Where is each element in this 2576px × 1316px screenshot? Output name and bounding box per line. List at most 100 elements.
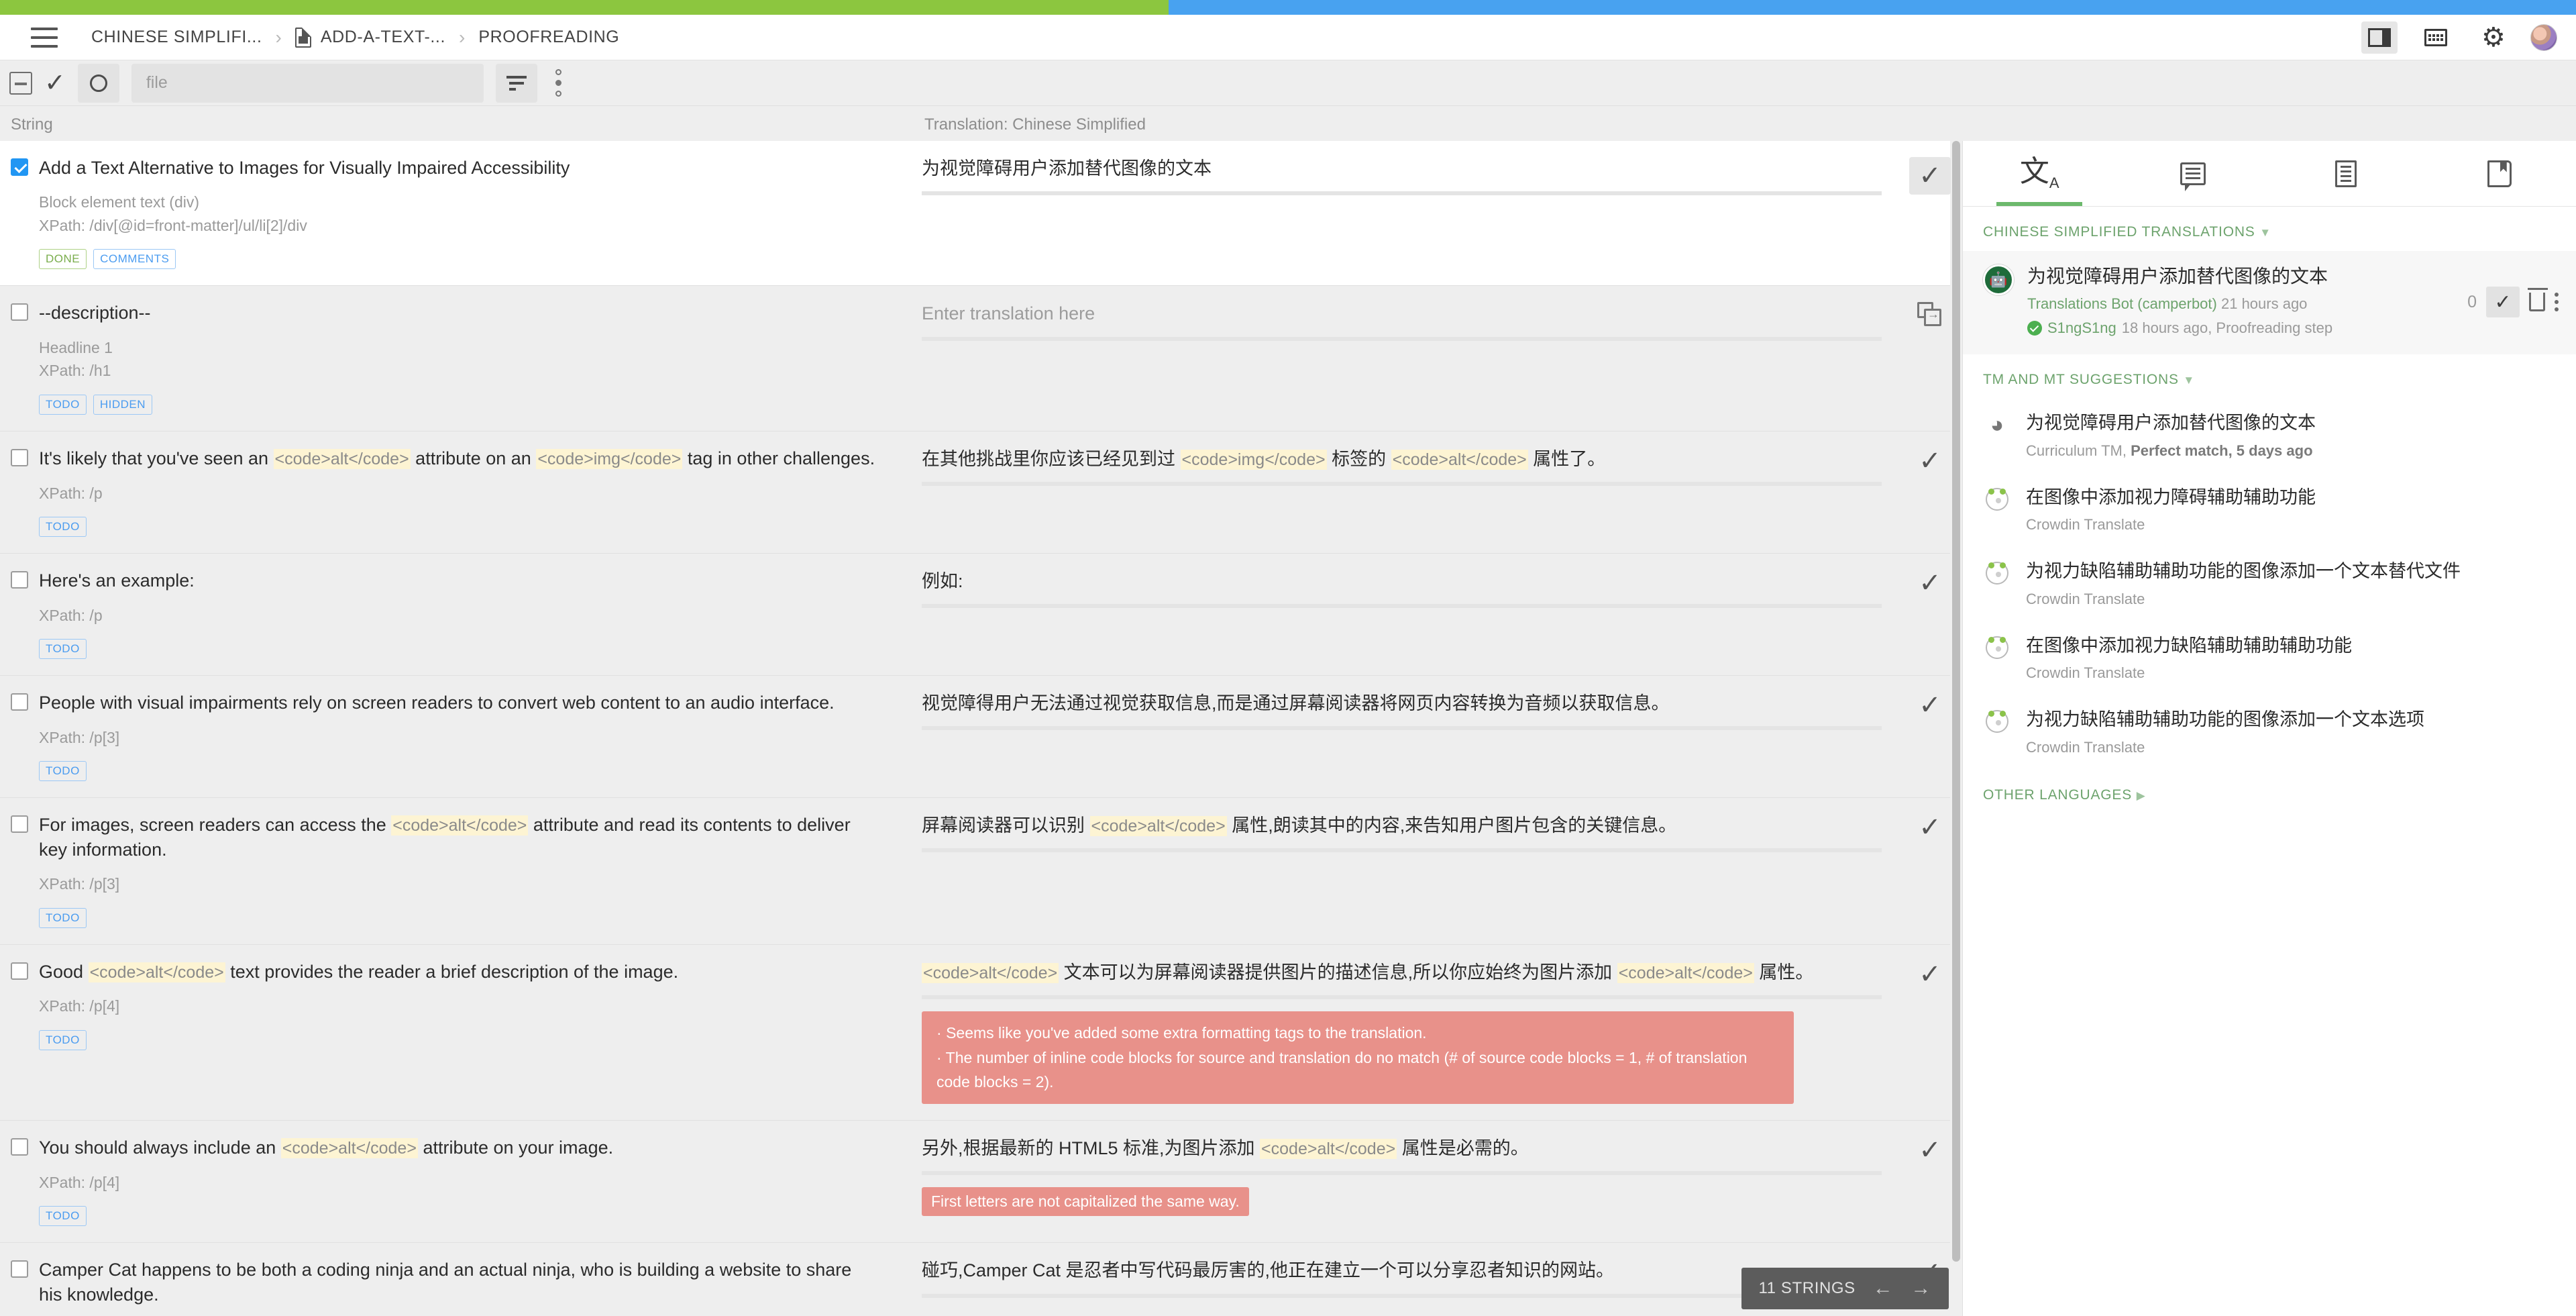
badge-todo[interactable]: TODO (39, 639, 87, 660)
select-all-icon[interactable] (9, 71, 32, 95)
translation-cell[interactable]: 在其他挑战里你应该已经见到过 <code>img</code> 标签的 <cod… (892, 432, 1962, 553)
badge-done[interactable]: DONE (39, 249, 87, 270)
filter-button[interactable] (495, 63, 537, 103)
table-row[interactable]: You should always include an <code>alt</… (0, 1120, 1962, 1243)
search-input[interactable]: file (131, 63, 484, 103)
row-checkbox[interactable] (11, 1138, 28, 1156)
source-badges: TODO (39, 1029, 879, 1050)
suggestion-item[interactable]: 为视力缺陷辅助辅助功能的图像添加一个文本替代文件 Crowdin Translat… (1963, 547, 2576, 621)
translation-cell[interactable]: 为视觉障碍用户添加替代图像的文本 ✓ (892, 141, 1962, 285)
delete-icon[interactable] (2528, 288, 2548, 312)
tab-translations[interactable]: 文A (1963, 141, 2116, 206)
panel-toggle-button[interactable] (2361, 21, 2398, 54)
row-checkbox[interactable] (11, 693, 28, 711)
badge-todo[interactable]: TODO (39, 907, 87, 928)
status-filter-button[interactable] (77, 63, 119, 103)
menu-icon[interactable] (31, 27, 58, 48)
keyboard-shortcuts-button[interactable] (2418, 21, 2454, 54)
sidebar-translations-header[interactable]: CHINESE SIMPLIFIED TRANSLATIONS ▼ (1963, 207, 2576, 251)
more-options-button[interactable] (549, 69, 568, 97)
approve-button[interactable]: ✓ (1919, 692, 1941, 719)
previous-page-button[interactable]: ← (1873, 1277, 1894, 1300)
gear-icon (2481, 27, 2503, 48)
row-checkbox[interactable] (11, 571, 28, 589)
chevron-down-icon: ▼ (2183, 374, 2196, 387)
translation-cell[interactable]: 视觉障得用户无法通过视觉获取信息,而是通过屏幕阅读器将网页内容转换为音频以获取信… (892, 676, 1962, 797)
avatar[interactable] (2530, 23, 2557, 51)
approve-button[interactable]: ✓ (1919, 961, 1941, 988)
translation-text[interactable]: 在其他挑战里你应该已经见到过 <code>img</code> 标签的 <cod… (922, 446, 1882, 472)
badge-hidden[interactable]: HIDDEN (93, 394, 152, 415)
translation-text[interactable]: 另外,根据最新的 HTML5 标准,为图片添加 <code>alt</code>… (922, 1135, 1882, 1162)
row-checkbox[interactable] (11, 962, 28, 980)
approve-button[interactable]: ✓ (1919, 448, 1941, 474)
suggestion-body: 在图像中添加视力缺陷辅助辅助辅助功能 Crowdin Translate (2026, 634, 2352, 682)
column-headers: String Translation: Chinese Simplified (0, 106, 2576, 141)
approve-button[interactable]: ✓ (1919, 1137, 1941, 1164)
approve-button[interactable]: ✓ (1919, 570, 1941, 597)
suggestion-item[interactable]: 在图像中添加视力障碍辅助辅助功能 Crowdin Translate (1963, 473, 2576, 547)
translation-text[interactable]: 屏幕阅读器可以识别 <code>alt</code> 属性,朗读其中的内容,来告… (922, 813, 1882, 839)
approve-all-button[interactable]: ✓ (44, 70, 66, 96)
tab-screenshots[interactable] (2269, 141, 2423, 206)
table-row[interactable]: --description-- Headline 1 XPath: /h1 TODO H… (0, 285, 1962, 431)
suggestion-source: Crowdin Translate (2026, 738, 2145, 756)
row-checkbox[interactable] (11, 815, 28, 833)
translation-cell[interactable]: 例如: ✓ (892, 554, 1962, 675)
translation-cell[interactable]: Enter translation here (892, 286, 1962, 430)
breadcrumb-mode[interactable]: PROOFREADING (478, 28, 619, 47)
translation-text[interactable]: Enter translation here (922, 301, 1882, 327)
tab-comments[interactable] (2116, 141, 2270, 206)
translation-cell[interactable]: 屏幕阅读器可以识别 <code>alt</code> 属性,朗读其中的内容,来告… (892, 798, 1962, 944)
translation-text[interactable]: <code>alt</code> 文本可以为屏幕阅读器提供图片的描述信息,所以你… (922, 960, 1882, 986)
string-meta: Headline 1 (39, 338, 113, 356)
source-text: Good <code>alt</code> text provides the … (39, 961, 679, 982)
table-row[interactable]: Good <code>alt</code> text provides the … (0, 944, 1962, 1121)
table-row[interactable]: Camper Cat happens to be both a coding n… (0, 1242, 1962, 1316)
badge-todo[interactable]: TODO (39, 1029, 87, 1050)
approve-cell: ✓ (1898, 960, 1962, 1105)
more-options-icon[interactable] (2555, 293, 2559, 312)
translation-text[interactable]: 为视觉障碍用户添加替代图像的文本 (922, 156, 1882, 182)
settings-button[interactable] (2474, 21, 2510, 54)
translation-text[interactable]: 碰巧,Camper Cat 是忍者中写代码最厉害的,他正在建立一个可以分享忍者知… (922, 1258, 1882, 1284)
table-row[interactable]: Here's an example: XPath: /p TODO 例如: ✓ (0, 553, 1962, 676)
badge-todo[interactable]: TODO (39, 1206, 87, 1227)
translation-cell[interactable]: 另外,根据最新的 HTML5 标准,为图片添加 <code>alt</code>… (892, 1121, 1962, 1242)
badge-comments[interactable]: COMMENTS (93, 249, 176, 270)
translation-underline (922, 848, 1882, 853)
other-languages-label: OTHER LANGUAGES (1983, 787, 2133, 803)
source-line: For images, screen readers can access th… (11, 813, 879, 862)
translation-cell[interactable]: <code>alt</code> 文本可以为屏幕阅读器提供图片的描述信息,所以你… (892, 945, 1962, 1121)
sidebar-suggestions-header[interactable]: TM AND MT SUGGESTIONS ▼ (1963, 354, 2576, 399)
translation-text[interactable]: 例如: (922, 568, 1882, 595)
row-checkbox[interactable] (11, 158, 28, 176)
table-row[interactable]: Add a Text Alternative to Images for Vis… (0, 141, 1962, 286)
markdown-file-icon (294, 27, 311, 48)
breadcrumb-language[interactable]: CHINESE SIMPLIFI... (91, 28, 262, 47)
badge-todo[interactable]: TODO (39, 394, 87, 415)
translation-text[interactable]: 视觉障得用户无法通过视觉获取信息,而是通过屏幕阅读器将网页内容转换为音频以获取信… (922, 691, 1882, 717)
table-row[interactable]: It's likely that you've seen an <code>al… (0, 430, 1962, 554)
row-checkbox[interactable] (11, 1260, 28, 1278)
table-row[interactable]: People with visual impairments rely on s… (0, 675, 1962, 797)
copy-source-icon[interactable] (1917, 302, 1943, 327)
row-checkbox[interactable] (11, 303, 28, 321)
table-row[interactable]: For images, screen readers can access th… (0, 797, 1962, 944)
tab-glossary[interactable] (2423, 141, 2576, 206)
approve-button[interactable]: ✓ (1919, 814, 1941, 841)
approve-translation-button[interactable]: ✓ (2486, 287, 2520, 318)
source-line: Good <code>alt</code> text provides the … (11, 960, 879, 984)
row-checkbox[interactable] (11, 448, 28, 466)
badge-todo[interactable]: TODO (39, 761, 87, 781)
string-meta: Block element text (div) (39, 193, 200, 211)
breadcrumb-file[interactable]: ADD-A-TEXT-... (294, 27, 445, 48)
suggestion-item[interactable]: 在图像中添加视力缺陷辅助辅助辅助功能 Crowdin Translate (1963, 621, 2576, 695)
badge-todo[interactable]: TODO (39, 517, 87, 538)
suggestion-item[interactable]: 为视力缺陷辅助辅助功能的图像添加一个文本选项 Crowdin Translate (1963, 695, 2576, 769)
other-languages-header[interactable]: OTHER LANGUAGES ▶ (1963, 770, 2576, 821)
suggestion-item[interactable]: ◕ 为视觉障碍用户添加替代图像的文本 Curriculum TM, Perfect … (1963, 399, 2576, 472)
current-translation-card[interactable]: 🤖 为视觉障碍用户添加替代图像的文本 Translations Bot (cam… (1963, 251, 2576, 355)
approve-button[interactable]: ✓ (1909, 157, 1951, 195)
next-page-button[interactable]: → (1911, 1277, 1931, 1300)
